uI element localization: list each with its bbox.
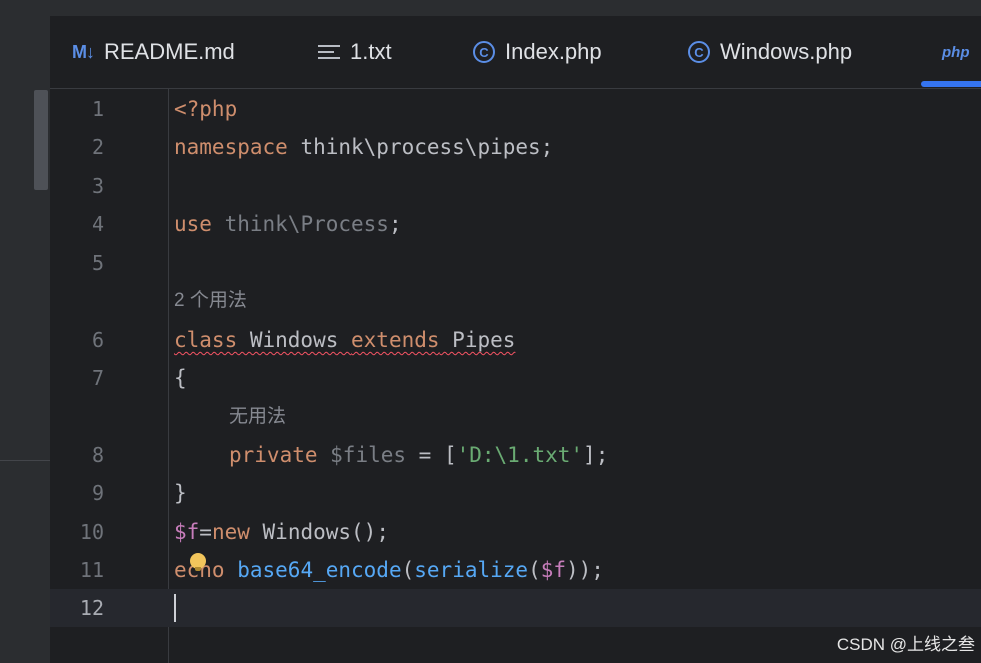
namespace-path: think\process\pipes; — [287, 135, 554, 159]
constructor-call: Windows(); — [249, 520, 389, 544]
line-number: 11 — [79, 558, 104, 582]
paren: ( — [401, 558, 415, 582]
keyword: class — [174, 328, 238, 352]
code-line-7: { — [174, 366, 187, 390]
line-number: 9 — [91, 481, 104, 505]
tab-label: Windows.php — [720, 39, 853, 64]
punctuation: )); — [566, 558, 604, 582]
tab-1-txt[interactable]: 1.txt — [318, 16, 392, 88]
left-scrollbar-thumb[interactable] — [34, 90, 48, 190]
line-number: 8 — [91, 443, 104, 467]
tab-label: README.md — [104, 39, 235, 64]
punctuation: ; — [388, 212, 402, 236]
php-class-icon: C — [473, 41, 495, 63]
watermark: CSDN @上线之叁 — [836, 635, 975, 654]
string-literal: 'D:\1.txt' — [456, 443, 584, 467]
function-call: base64_encode — [237, 558, 402, 582]
variable: $f — [174, 520, 200, 544]
title-strip — [0, 0, 981, 16]
usage-hint-field[interactable]: 无用法 — [229, 398, 286, 436]
unused-import: think\Process — [211, 212, 389, 236]
code-line-11: echo base64_encode(serialize($f)); — [174, 551, 604, 589]
code-line-4: use think\Process; — [174, 205, 402, 243]
keyword: new — [211, 520, 250, 544]
tab-index-php[interactable]: C Index.php — [473, 16, 602, 88]
operator: = — [199, 520, 212, 544]
tab-windows-php[interactable]: C Windows.php — [688, 16, 852, 88]
code-line-6: class Windows extends Pipes — [174, 321, 515, 359]
line-number: 6 — [91, 328, 104, 352]
line-number: 4 — [91, 212, 104, 236]
tab-readme[interactable]: M↓ README.md — [72, 16, 235, 88]
class-name: Windows — [237, 328, 352, 352]
line-number: 3 — [91, 174, 104, 198]
tab-active-php[interactable]: php — [942, 16, 980, 88]
active-tab-indicator — [921, 81, 981, 87]
property-variable: $files — [317, 443, 407, 467]
line-number: 1 — [91, 97, 104, 121]
keyword: use — [174, 212, 212, 236]
line-number: 7 — [91, 366, 104, 390]
line-number: 5 — [91, 251, 104, 275]
current-line-highlight — [50, 589, 981, 627]
php-file-icon: php — [942, 43, 970, 61]
tab-label: 1.txt — [350, 39, 392, 64]
text-caret — [174, 594, 176, 622]
lightbulb-icon[interactable] — [190, 553, 206, 571]
parent-class: Pipes — [439, 328, 516, 352]
code-line-9: } — [174, 481, 187, 505]
editor-tab-bar: M↓ README.md 1.txt C Index.php C Windows… — [50, 16, 981, 89]
left-tool-strip — [0, 16, 50, 663]
php-open-tag: <?php — [174, 97, 238, 121]
line-number-current: 12 — [79, 596, 104, 620]
function-call: serialize — [414, 558, 529, 582]
tab-label: Index.php — [505, 39, 602, 64]
keyword: namespace — [174, 135, 288, 159]
left-strip-divider — [0, 460, 50, 461]
usage-hint-class[interactable]: 2 个用法 — [174, 282, 247, 320]
php-class-icon: C — [688, 41, 710, 63]
variable: $f — [540, 558, 567, 582]
line-number: 2 — [91, 135, 104, 159]
line-number: 10 — [79, 520, 104, 544]
code-line-10: $f=new Windows(); — [174, 513, 389, 551]
paren: ( — [528, 558, 541, 582]
code-line-8: private $files = ['D:\1.txt']; — [229, 436, 608, 474]
code-line-2: namespace think\process\pipes; — [174, 128, 553, 166]
keyword: extends — [351, 328, 440, 352]
keyword: private — [229, 443, 318, 467]
code-line-1: <?php — [174, 90, 237, 128]
markdown-icon: M↓ — [72, 41, 95, 62]
text-file-icon — [318, 44, 340, 60]
punctuation: ]; — [583, 443, 609, 467]
operator: = [ — [406, 443, 457, 467]
